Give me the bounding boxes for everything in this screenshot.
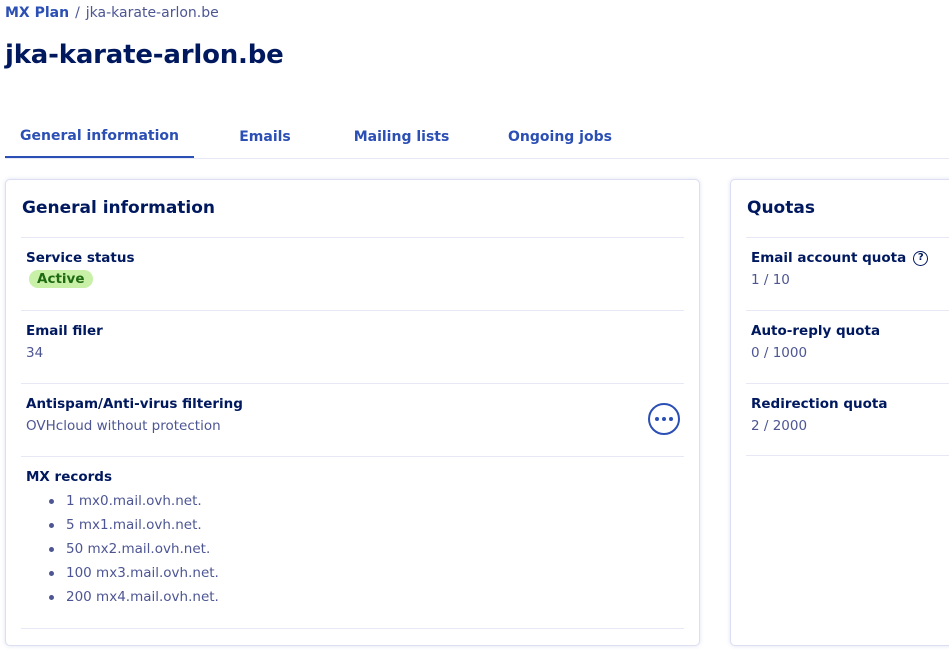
email-account-quota-label: Email account quota ? bbox=[751, 250, 949, 266]
breadcrumb-current: jka-karate-arlon.be bbox=[85, 5, 219, 21]
tab-emails[interactable]: Emails bbox=[210, 116, 320, 158]
general-information-title: General information bbox=[22, 198, 216, 218]
question-circle-icon[interactable]: ? bbox=[913, 250, 929, 266]
redirection-quota-value: 2 / 2000 bbox=[751, 418, 808, 434]
auto-reply-quota-label: Auto-reply quota bbox=[751, 323, 881, 339]
page: MX Plan / jka-karate-arlon.be jka-karate… bbox=[0, 0, 949, 657]
redirection-quota-label: Redirection quota bbox=[751, 396, 888, 412]
email-account-quota-row: Email account quota ? 1 / 10 bbox=[746, 237, 949, 310]
antispam-label: Antispam/Anti-virus filtering bbox=[26, 396, 243, 412]
list-item: 100 mx3.mail.ovh.net. bbox=[46, 561, 684, 585]
breadcrumb-separator: / bbox=[75, 5, 80, 21]
general-information-rows: Service status Active Email filer 34 Ant… bbox=[21, 237, 684, 629]
antispam-value: OVHcloud without protection bbox=[26, 418, 221, 434]
redirection-quota-row: Redirection quota 2 / 2000 bbox=[746, 383, 949, 456]
email-filer-value: 34 bbox=[26, 345, 44, 361]
list-item: 200 mx4.mail.ovh.net. bbox=[46, 585, 684, 609]
auto-reply-quota-value: 0 / 1000 bbox=[751, 345, 808, 361]
email-account-quota-label-text: Email account quota bbox=[751, 250, 907, 266]
breadcrumb: MX Plan / jka-karate-arlon.be bbox=[5, 5, 219, 21]
email-filer-row: Email filer 34 bbox=[21, 310, 684, 383]
tab-bar: General information Emails Mailing lists… bbox=[5, 116, 949, 159]
tab-ongoing-jobs[interactable]: Ongoing jobs bbox=[485, 116, 635, 158]
list-item: 1 mx0.mail.ovh.net. bbox=[46, 489, 684, 513]
quotas-title: Quotas bbox=[747, 198, 815, 218]
antispam-row: Antispam/Anti-virus filtering OVHcloud w… bbox=[21, 383, 684, 456]
auto-reply-quota-row: Auto-reply quota 0 / 1000 bbox=[746, 310, 949, 383]
quotas-card: Quotas Email account quota ? 1 / 10 Auto… bbox=[730, 179, 949, 646]
mx-records-list: 1 mx0.mail.ovh.net. 5 mx1.mail.ovh.net. … bbox=[26, 489, 684, 609]
list-item: 5 mx1.mail.ovh.net. bbox=[46, 513, 684, 537]
mx-records-row: MX records 1 mx0.mail.ovh.net. 5 mx1.mai… bbox=[21, 456, 684, 629]
more-horizontal-icon bbox=[655, 417, 673, 421]
email-account-quota-value: 1 / 10 bbox=[751, 272, 790, 288]
page-title: jka-karate-arlon.be bbox=[5, 40, 284, 70]
list-item: 50 mx2.mail.ovh.net. bbox=[46, 537, 684, 561]
service-status-label: Service status bbox=[26, 250, 135, 266]
service-status-row: Service status Active bbox=[21, 237, 684, 310]
email-filer-label: Email filer bbox=[26, 323, 103, 339]
breadcrumb-root-link[interactable]: MX Plan bbox=[5, 5, 69, 21]
antispam-actions-button[interactable] bbox=[648, 403, 680, 435]
tab-general-information[interactable]: General information bbox=[5, 116, 194, 158]
tab-mailing-lists[interactable]: Mailing lists bbox=[335, 116, 468, 158]
general-information-card: General information Service status Activ… bbox=[5, 179, 700, 646]
mx-records-label: MX records bbox=[26, 469, 112, 485]
status-badge: Active bbox=[29, 270, 93, 288]
quotas-rows: Email account quota ? 1 / 10 Auto-reply … bbox=[746, 237, 949, 456]
